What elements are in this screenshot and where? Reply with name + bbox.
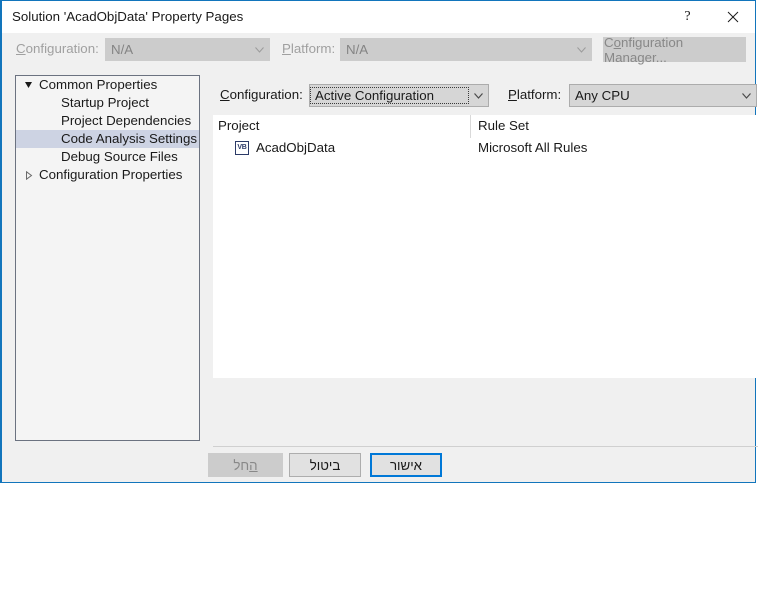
apply-button: החל <box>208 453 283 477</box>
column-divider[interactable] <box>470 115 471 138</box>
panel-configuration-label-rest: onfiguration: <box>229 87 303 102</box>
global-configuration-value: N/A <box>111 42 134 57</box>
panel-configuration-select[interactable]: Active Configuration <box>309 84 489 107</box>
ok-button[interactable]: אישור <box>370 453 442 477</box>
page-title: Solution 'AcadObjData' Property Pages <box>12 9 244 24</box>
tree-item-label: Code Analysis Settings <box>61 131 198 146</box>
global-platform-label-rest: latform: <box>290 41 336 56</box>
chevron-down-icon[interactable] <box>468 92 488 99</box>
global-configuration-select: N/A <box>105 38 270 61</box>
tree-item-label: Common Properties <box>39 77 158 92</box>
configuration-manager-button: Configuration Manager... <box>603 34 746 65</box>
panel-configuration-value: Active Configuration <box>310 87 469 104</box>
grid-header-row: Project Rule Set <box>213 115 758 138</box>
tree-item-label: Startup Project <box>61 95 149 110</box>
close-icon <box>727 11 738 23</box>
cell-project[interactable]: VB AcadObjData <box>235 140 335 155</box>
panel-platform-label-rest: latform: <box>516 87 562 102</box>
global-configuration-label-rest: onfiguration: <box>25 41 99 56</box>
footer-divider <box>213 446 758 447</box>
tree-item-debug-source-files[interactable]: Debug Source Files <box>16 148 199 166</box>
cancel-button[interactable]: ביטול <box>289 453 361 477</box>
chevron-down-icon[interactable] <box>736 92 756 99</box>
column-header-project[interactable]: Project <box>218 118 259 133</box>
help-icon: ? <box>684 9 691 24</box>
tree-item-label: Configuration Properties <box>39 167 183 182</box>
property-pages-tree[interactable]: Common Properties Startup Project Projec… <box>15 75 200 441</box>
help-button[interactable]: ? <box>665 1 710 33</box>
triangle-right-hollow-icon[interactable] <box>23 166 35 184</box>
title-bar: Solution 'AcadObjData' Property Pages ? <box>2 1 755 33</box>
chevron-down-icon <box>249 46 269 53</box>
tree-item-common-properties[interactable]: Common Properties <box>16 76 199 94</box>
tree-item-label: Debug Source Files <box>61 149 178 164</box>
project-rule-set-grid[interactable]: Project Rule Set VB AcadObjData Microsof… <box>213 115 758 378</box>
tree-item-code-analysis-settings[interactable]: Code Analysis Settings <box>16 130 199 148</box>
triangle-down-filled-icon[interactable] <box>23 76 35 94</box>
cancel-label: ביטול <box>309 457 341 473</box>
cell-rule-set[interactable]: Microsoft All Rules <box>478 140 587 155</box>
code-analysis-settings-panel: Configuration: Active Configuration Plat… <box>213 75 758 441</box>
tree-item-label: Project Dependencies <box>61 113 192 128</box>
global-platform-label: Platform: <box>282 41 336 56</box>
apply-label: החל <box>233 457 258 473</box>
tree-item-project-dependencies[interactable]: Project Dependencies <box>16 112 199 130</box>
column-header-rule-set[interactable]: Rule Set <box>478 118 529 133</box>
panel-platform-label: Platform: <box>508 87 562 102</box>
property-pages-dialog: Solution 'AcadObjData' Property Pages ? … <box>0 0 758 483</box>
panel-platform-select[interactable]: Any CPU <box>569 84 757 107</box>
title-bar-buttons: ? <box>665 1 755 33</box>
table-row[interactable]: VB AcadObjData Microsoft All Rules <box>213 138 758 160</box>
close-button[interactable] <box>710 1 755 33</box>
panel-platform-value: Any CPU <box>575 88 630 103</box>
global-platform-value: N/A <box>346 42 369 57</box>
global-platform-select: N/A <box>340 38 592 61</box>
tree-item-configuration-properties[interactable]: Configuration Properties <box>16 166 199 184</box>
ok-label: אישור <box>389 457 423 473</box>
global-config-strip: Configuration: N/A Platform: N/A Configu… <box>2 34 755 66</box>
global-configuration-label: Configuration: <box>16 41 99 56</box>
panel-configuration-label: Configuration: <box>220 87 303 102</box>
chevron-down-icon <box>571 46 591 53</box>
tree-item-startup-project[interactable]: Startup Project <box>16 94 199 112</box>
dialog-button-bar: החל ביטול אישור <box>2 453 758 483</box>
cell-project-label: AcadObjData <box>256 140 336 155</box>
vb-project-icon: VB <box>235 140 249 155</box>
configuration-manager-label: Configuration Manager... <box>604 34 684 65</box>
